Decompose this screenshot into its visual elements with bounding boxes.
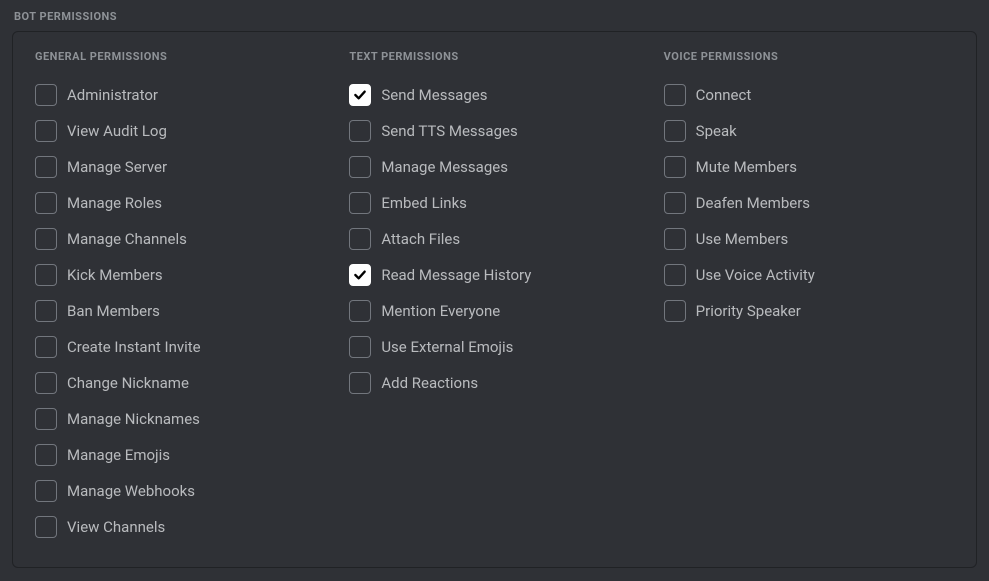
permission-label-connect: Connect	[696, 86, 752, 104]
checkbox-speak[interactable]	[664, 120, 686, 142]
column-header-text: TEXT PERMISSIONS	[349, 50, 639, 63]
checkbox-view-audit-log[interactable]	[35, 120, 57, 142]
permission-row-manage-emojis[interactable]: Manage Emojis	[35, 437, 325, 473]
permission-row-add-reactions[interactable]: Add Reactions	[349, 365, 639, 401]
checkbox-use-voice-activity[interactable]	[664, 264, 686, 286]
checkbox-embed-links[interactable]	[349, 192, 371, 214]
permission-row-mention-everyone[interactable]: Mention Everyone	[349, 293, 639, 329]
checkbox-manage-webhooks[interactable]	[35, 480, 57, 502]
permission-label-mention-everyone: Mention Everyone	[381, 302, 500, 320]
permission-row-attach-files[interactable]: Attach Files	[349, 221, 639, 257]
checkbox-manage-server[interactable]	[35, 156, 57, 178]
permission-label-manage-messages: Manage Messages	[381, 158, 508, 176]
column-voice: VOICE PERMISSIONS Connect Speak Mute Membe…	[664, 50, 954, 545]
permission-row-manage-nicknames[interactable]: Manage Nicknames	[35, 401, 325, 437]
checkbox-kick-members[interactable]	[35, 264, 57, 286]
checkbox-manage-roles[interactable]	[35, 192, 57, 214]
checkbox-create-instant-invite[interactable]	[35, 336, 57, 358]
permission-label-change-nickname: Change Nickname	[67, 374, 189, 392]
permission-row-administrator[interactable]: Administrator	[35, 77, 325, 113]
permission-label-attach-files: Attach Files	[381, 230, 460, 248]
column-general: GENERAL PERMISSIONS Administrator View Au…	[35, 50, 325, 545]
permission-label-view-audit-log: View Audit Log	[67, 122, 167, 140]
checkbox-ban-members[interactable]	[35, 300, 57, 322]
checkbox-mute-members[interactable]	[664, 156, 686, 178]
permission-row-manage-webhooks[interactable]: Manage Webhooks	[35, 473, 325, 509]
permission-label-manage-server: Manage Server	[67, 158, 167, 176]
permission-label-mute-members: Mute Members	[696, 158, 797, 176]
checkbox-attach-files[interactable]	[349, 228, 371, 250]
permission-label-add-reactions: Add Reactions	[381, 374, 478, 392]
permission-label-deafen-members: Deafen Members	[696, 194, 810, 212]
column-text: TEXT PERMISSIONS Send Messages Send TTS M…	[349, 50, 639, 545]
permission-row-view-audit-log[interactable]: View Audit Log	[35, 113, 325, 149]
permission-row-embed-links[interactable]: Embed Links	[349, 185, 639, 221]
permission-label-manage-webhooks: Manage Webhooks	[67, 482, 195, 500]
checkbox-send-messages[interactable]	[349, 84, 371, 106]
permission-row-view-channels[interactable]: View Channels	[35, 509, 325, 545]
checkbox-manage-channels[interactable]	[35, 228, 57, 250]
permission-row-deafen-members[interactable]: Deafen Members	[664, 185, 954, 221]
permission-label-use-voice-activity: Use Voice Activity	[696, 266, 815, 284]
checkbox-manage-emojis[interactable]	[35, 444, 57, 466]
permission-label-manage-channels: Manage Channels	[67, 230, 187, 248]
permission-label-manage-nicknames: Manage Nicknames	[67, 410, 200, 428]
permission-row-use-members[interactable]: Use Members	[664, 221, 954, 257]
permission-label-priority-speaker: Priority Speaker	[696, 302, 801, 320]
column-header-general: GENERAL PERMISSIONS	[35, 50, 325, 63]
permission-row-ban-members[interactable]: Ban Members	[35, 293, 325, 329]
checkbox-manage-nicknames[interactable]	[35, 408, 57, 430]
section-title: BOT PERMISSIONS	[0, 0, 989, 31]
permission-label-send-tts-messages: Send TTS Messages	[381, 122, 517, 140]
checkbox-deafen-members[interactable]	[664, 192, 686, 214]
permissions-columns: GENERAL PERMISSIONS Administrator View Au…	[35, 50, 954, 545]
checkbox-view-channels[interactable]	[35, 516, 57, 538]
checkbox-use-external-emojis[interactable]	[349, 336, 371, 358]
permission-row-manage-messages[interactable]: Manage Messages	[349, 149, 639, 185]
permission-row-speak[interactable]: Speak	[664, 113, 954, 149]
checkbox-add-reactions[interactable]	[349, 372, 371, 394]
permission-row-mute-members[interactable]: Mute Members	[664, 149, 954, 185]
checkbox-mention-everyone[interactable]	[349, 300, 371, 322]
permission-row-connect[interactable]: Connect	[664, 77, 954, 113]
permission-label-speak: Speak	[696, 122, 737, 140]
permission-label-ban-members: Ban Members	[67, 302, 160, 320]
permission-row-priority-speaker[interactable]: Priority Speaker	[664, 293, 954, 329]
permission-label-view-channels: View Channels	[67, 518, 165, 536]
checkbox-priority-speaker[interactable]	[664, 300, 686, 322]
permission-row-use-voice-activity[interactable]: Use Voice Activity	[664, 257, 954, 293]
permission-label-kick-members: Kick Members	[67, 266, 163, 284]
permission-label-send-messages: Send Messages	[381, 86, 487, 104]
checkbox-manage-messages[interactable]	[349, 156, 371, 178]
permission-row-create-instant-invite[interactable]: Create Instant Invite	[35, 329, 325, 365]
checkbox-use-members[interactable]	[664, 228, 686, 250]
checkbox-connect[interactable]	[664, 84, 686, 106]
permission-label-create-instant-invite: Create Instant Invite	[67, 338, 201, 356]
permission-row-manage-roles[interactable]: Manage Roles	[35, 185, 325, 221]
permission-label-use-members: Use Members	[696, 230, 789, 248]
checkbox-administrator[interactable]	[35, 84, 57, 106]
checkbox-change-nickname[interactable]	[35, 372, 57, 394]
permission-row-read-message-history[interactable]: Read Message History	[349, 257, 639, 293]
permission-label-administrator: Administrator	[67, 86, 158, 104]
permission-label-manage-roles: Manage Roles	[67, 194, 162, 212]
permission-row-send-tts-messages[interactable]: Send TTS Messages	[349, 113, 639, 149]
permission-row-manage-channels[interactable]: Manage Channels	[35, 221, 325, 257]
permission-label-use-external-emojis: Use External Emojis	[381, 338, 513, 356]
permission-row-manage-server[interactable]: Manage Server	[35, 149, 325, 185]
checkbox-send-tts-messages[interactable]	[349, 120, 371, 142]
checkbox-read-message-history[interactable]	[349, 264, 371, 286]
permission-row-kick-members[interactable]: Kick Members	[35, 257, 325, 293]
permission-row-send-messages[interactable]: Send Messages	[349, 77, 639, 113]
column-header-voice: VOICE PERMISSIONS	[664, 50, 954, 63]
permissions-panel: GENERAL PERMISSIONS Administrator View Au…	[12, 31, 977, 568]
permission-label-read-message-history: Read Message History	[381, 266, 531, 284]
permission-label-manage-emojis: Manage Emojis	[67, 446, 170, 464]
permission-label-embed-links: Embed Links	[381, 194, 467, 212]
permission-row-use-external-emojis[interactable]: Use External Emojis	[349, 329, 639, 365]
permission-row-change-nickname[interactable]: Change Nickname	[35, 365, 325, 401]
